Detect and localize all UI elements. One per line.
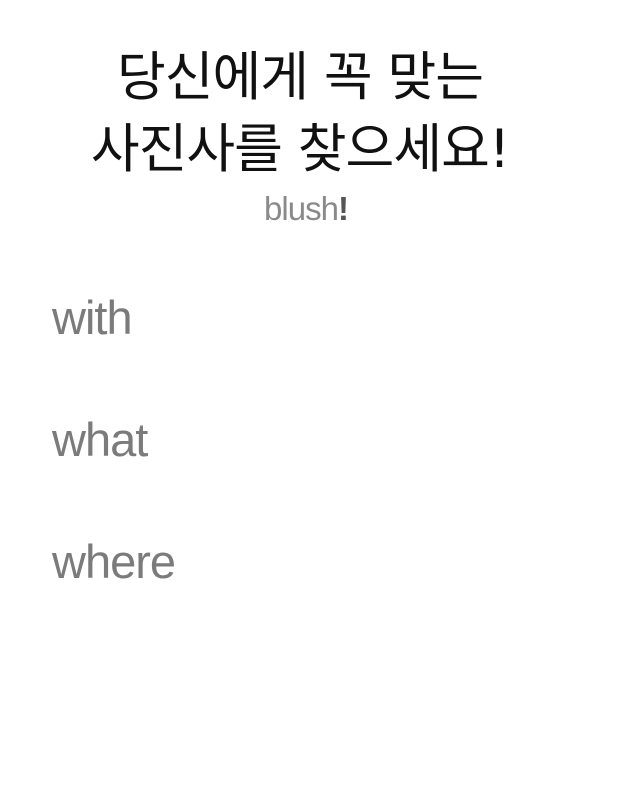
option-with[interactable]: with	[52, 288, 175, 348]
option-list: with what where	[52, 288, 176, 654]
option-where[interactable]: where	[52, 532, 176, 592]
brand-mark: !	[337, 190, 349, 227]
headline-line-2: 사진사를 찾으세요!	[90, 119, 510, 180]
brand-name: blush	[264, 190, 339, 227]
headline-line-1: 당신에게 꼭 맞는	[116, 47, 484, 108]
option-what[interactable]: what	[52, 410, 175, 470]
page-title: 당신에게 꼭 맞는 사진사를 찾으세요!	[0, 42, 600, 186]
brand-logo: blush!	[0, 190, 612, 228]
